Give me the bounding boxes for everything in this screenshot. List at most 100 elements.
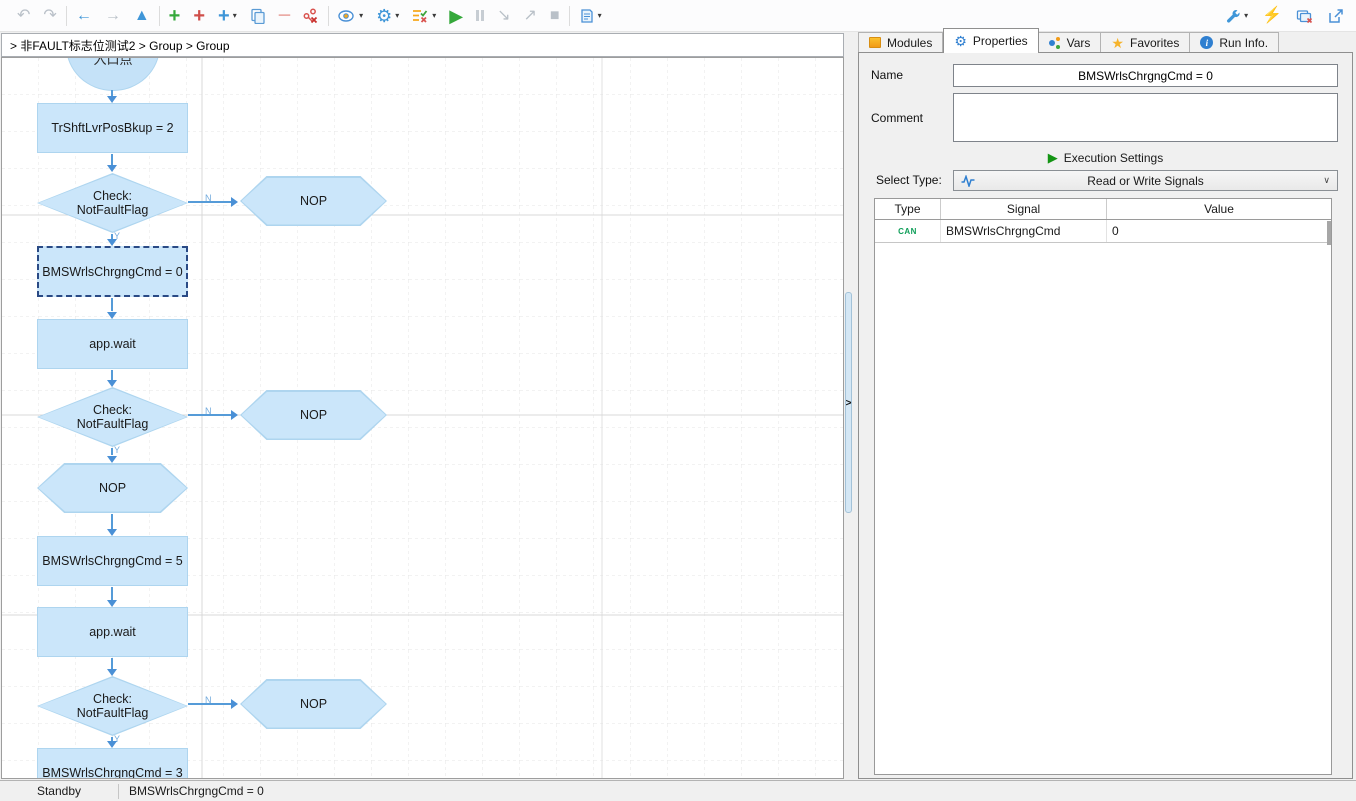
stop-button[interactable]: ■	[550, 8, 560, 24]
flow-node-nop1[interactable]: NOP	[240, 176, 387, 226]
properties-panel: Name Comment ▶ Execution Settings Select…	[858, 52, 1353, 779]
dropdown-caret-icon: ▾	[359, 12, 363, 20]
select-type-dropdown[interactable]: Read or Write Signals ∨	[953, 170, 1338, 191]
name-input[interactable]	[953, 64, 1338, 87]
detach-window-button[interactable]	[1328, 8, 1344, 24]
undo-button[interactable]: ↶	[17, 8, 30, 24]
checklist-icon	[412, 8, 429, 23]
info-icon: i	[1200, 36, 1213, 49]
add-node-dropdown-button[interactable]: + ▾	[218, 6, 237, 26]
step-into-button[interactable]: ↘	[497, 8, 510, 24]
flow-node-wait2[interactable]: app.wait	[37, 607, 188, 657]
navigate-back-button[interactable]: ←	[76, 8, 92, 24]
splitter-expand-handle[interactable]: >	[843, 397, 854, 411]
signals-table-header: Type Signal Value	[875, 199, 1331, 220]
properties-tabbar: Modules ⚙ Properties Vars ★ Favorites i …	[858, 30, 1279, 53]
signals-table: Type Signal Value CAN BMSWrlsChrgngCmd 0	[874, 198, 1332, 775]
flow-node-check2[interactable]: Check: NotFaultFlag	[37, 387, 188, 447]
add-check-button[interactable]: +	[193, 6, 205, 26]
flowchart-canvas[interactable]: 入口点 TrShftLvrPosBkup = 2 Check: NotFault…	[1, 57, 844, 779]
expander-play-icon: ▶	[1048, 151, 1058, 164]
tab-vars[interactable]: Vars	[1039, 32, 1102, 53]
comment-input[interactable]	[953, 93, 1338, 142]
waveform-icon	[961, 175, 975, 187]
toolbar-group-edit: + + + ▾ ─	[160, 6, 328, 26]
tab-run-info[interactable]: i Run Info.	[1190, 32, 1279, 53]
minus-icon: ─	[279, 8, 290, 24]
flow-node-nop2[interactable]: NOP	[240, 390, 387, 440]
toolbar-group-run: ▾ ⚙ ▾ ▾ ▶ ↘ ↗ ■	[329, 7, 569, 25]
check-config-button[interactable]: ▾	[412, 8, 436, 23]
gear-icon: ⚙	[954, 34, 967, 48]
play-icon: ▶	[449, 7, 463, 25]
connector-arrow	[107, 96, 117, 103]
select-type-value: Read or Write Signals	[954, 174, 1337, 188]
connector	[111, 448, 113, 455]
dropdown-caret-icon: ▾	[1244, 12, 1248, 20]
flow-node-nop3[interactable]: NOP	[37, 463, 188, 513]
connector-arrow	[231, 699, 238, 709]
connector	[111, 587, 113, 600]
tab-properties[interactable]: ⚙ Properties	[943, 28, 1038, 53]
dropdown-caret-icon: ▾	[598, 12, 602, 20]
navigate-up-button[interactable]: ▲	[134, 8, 150, 24]
remove-button[interactable]: ─	[279, 8, 290, 24]
column-header-signal[interactable]: Signal	[941, 199, 1107, 219]
execution-settings-expander[interactable]: ▶ Execution Settings	[859, 149, 1352, 166]
plus-green-icon: +	[169, 6, 181, 26]
flow-node-set5[interactable]: BMSWrlsChrgngCmd = 5	[37, 536, 188, 586]
tab-favorites[interactable]: ★ Favorites	[1101, 32, 1190, 53]
breadcrumb[interactable]: > 非FAULT标志位测试2 > Group > Group	[1, 33, 844, 57]
dropdown-caret-icon: ▾	[432, 12, 436, 20]
report-document-icon	[579, 8, 595, 24]
column-header-value[interactable]: Value	[1107, 199, 1331, 219]
flow-node-nop4[interactable]: NOP	[240, 679, 387, 729]
can-bus-icon: CAN	[898, 227, 917, 236]
step-into-icon: ↘	[497, 8, 510, 24]
flow-node-entry-label: 入口点	[66, 57, 160, 68]
connector	[111, 154, 113, 165]
table-scrollbar[interactable]	[1327, 221, 1331, 245]
flow-node-set0-selected[interactable]: BMSWrlsChrgngCmd = 0	[37, 246, 188, 297]
report-button[interactable]: ▾	[579, 8, 602, 24]
connector-arrow	[107, 529, 117, 536]
redo-button[interactable]: ↷	[43, 8, 56, 24]
pause-button[interactable]	[476, 10, 484, 21]
flow-node-set3[interactable]: BMSWrlsChrgngCmd = 3	[37, 748, 188, 779]
tab-modules[interactable]: Modules	[858, 32, 943, 53]
connector-arrow	[107, 380, 117, 387]
view-options-button[interactable]: ▾	[338, 9, 363, 23]
table-row[interactable]: CAN BMSWrlsChrgngCmd 0	[875, 220, 1331, 243]
connector	[111, 298, 113, 311]
flow-node-check1[interactable]: Check: NotFaultFlag	[37, 173, 188, 233]
settings-button[interactable]: ⚙ ▾	[376, 7, 399, 25]
connector-arrow	[107, 600, 117, 607]
branch-no-label: N	[205, 193, 212, 203]
copy-button[interactable]	[250, 8, 266, 24]
stop-icon: ■	[550, 8, 560, 24]
arrow-left-icon: ←	[76, 8, 92, 24]
eye-icon	[338, 9, 356, 23]
flash-icon: ⚡	[1262, 8, 1282, 24]
wrench-icon	[1225, 8, 1241, 24]
connector-arrow	[107, 312, 117, 319]
quick-run-button[interactable]: ⚡	[1262, 8, 1282, 24]
flow-node-wait1[interactable]: app.wait	[37, 319, 188, 369]
vars-icon	[1049, 37, 1061, 49]
column-header-type[interactable]: Type	[875, 199, 941, 219]
signal-cell: BMSWrlsChrgngCmd	[941, 220, 1107, 242]
tools-button[interactable]: ▾	[1225, 8, 1248, 24]
disconnect-button[interactable]	[303, 8, 319, 24]
arrow-right-icon: →	[105, 8, 121, 24]
step-out-button[interactable]: ↗	[524, 8, 537, 24]
run-button[interactable]: ▶	[449, 7, 463, 25]
comment-label: Comment	[871, 111, 923, 125]
add-element-button[interactable]: +	[169, 6, 181, 26]
navigate-forward-button[interactable]: →	[105, 8, 121, 24]
branch-yes-label: Y	[114, 445, 120, 455]
star-icon: ★	[1111, 36, 1124, 50]
close-windows-button[interactable]	[1296, 8, 1314, 24]
connector-arrow	[107, 456, 117, 463]
flow-node-check3[interactable]: Check: NotFaultFlag	[37, 676, 188, 736]
flow-node-rect1[interactable]: TrShftLvrPosBkup = 2	[37, 103, 188, 153]
